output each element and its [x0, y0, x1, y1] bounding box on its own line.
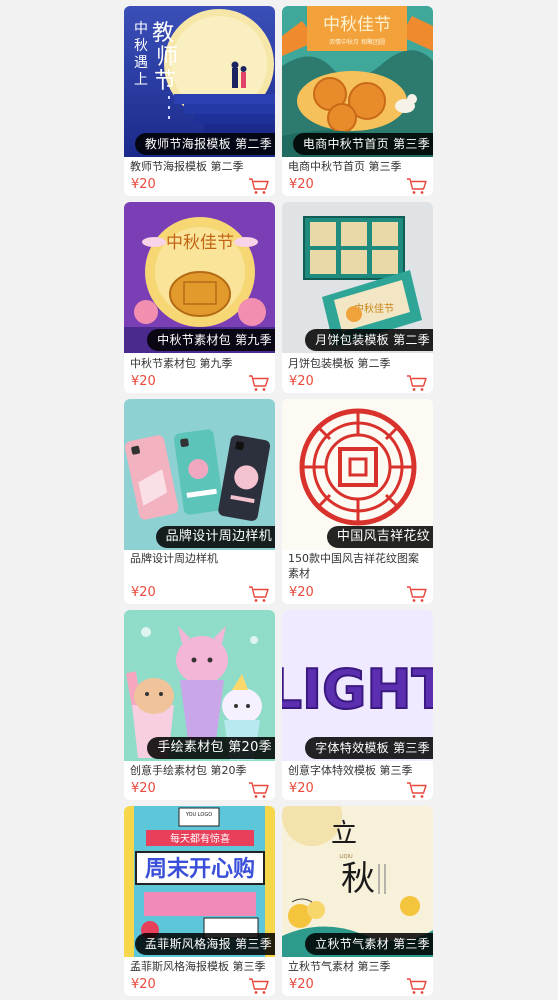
- product-card[interactable]: 中秋佳节 浓情中秋月 相聚团圆 电商中秋节首页 第三季 电商中秋节首页 第三季 …: [282, 6, 433, 196]
- product-price: ¥20: [131, 585, 156, 600]
- product-card[interactable]: 中国风吉祥花纹 150款中国风吉祥花纹图案素材 ¥20: [282, 399, 433, 604]
- shopping-cart-icon[interactable]: [406, 177, 428, 195]
- product-price: ¥20: [289, 177, 314, 192]
- product-thumbnail[interactable]: 中 秋 遇 上 教 师 节 教师节海报模板 第二季: [124, 6, 275, 157]
- product-price: ¥20: [289, 374, 314, 389]
- product-name-ribbon: 品牌设计周边样机: [155, 526, 275, 548]
- art-char: 中: [134, 21, 148, 37]
- product-name-ribbon: 立秋节气素材 第三季: [305, 933, 433, 955]
- product-card[interactable]: LIGHT 字体特效模板 第三季 创意字体特效模板 第三季 ¥20: [282, 610, 433, 800]
- product-card[interactable]: 中 秋 遇 上 教 师 节 教师节海报模板 第二季 教师节海报模板 第二季 ¥2…: [124, 6, 275, 196]
- shopping-cart-icon[interactable]: [248, 977, 270, 995]
- product-thumbnail[interactable]: 立 LIQIU 秋 立秋节气素材 第三季: [282, 806, 433, 957]
- art-headline: 中秋佳节: [323, 15, 391, 35]
- product-title[interactable]: 创意手绘素材包 第20季: [130, 763, 271, 778]
- shopping-cart-icon[interactable]: [406, 585, 428, 603]
- product-title[interactable]: 电商中秋节首页 第三季: [288, 159, 429, 174]
- art-headline: LIGHT: [282, 658, 433, 721]
- product-name-ribbon: 电商中秋节首页 第三季: [292, 133, 433, 155]
- product-title[interactable]: 孟菲斯风格海报模板 第三季: [130, 959, 271, 974]
- product-title[interactable]: 中秋节素材包 第九季: [130, 356, 271, 371]
- shopping-cart-icon[interactable]: [248, 374, 270, 392]
- art-char: 秋: [134, 38, 148, 54]
- product-thumbnail[interactable]: 品牌设计周边样机: [124, 399, 275, 550]
- product-grid: 中 秋 遇 上 教 师 节 教师节海报模板 第二季 教师节海报模板 第二季 ¥2…: [0, 0, 558, 1000]
- shopping-cart-icon[interactable]: [248, 177, 270, 195]
- product-name-ribbon: 孟菲斯风格海报 第三季: [134, 933, 275, 955]
- art-logo: YOU LOGO: [185, 812, 212, 818]
- shopping-cart-icon[interactable]: [248, 781, 270, 799]
- product-name-ribbon: 字体特效模板 第三季: [305, 737, 433, 759]
- product-name-ribbon: 教师节海报模板 第二季: [134, 133, 275, 155]
- product-thumbnail[interactable]: LIGHT 字体特效模板 第三季: [282, 610, 433, 761]
- product-price: ¥20: [289, 585, 314, 600]
- product-price: ¥20: [289, 977, 314, 992]
- product-price: ¥20: [131, 374, 156, 389]
- product-name-ribbon: 手绘素材包 第20季: [147, 737, 275, 759]
- product-title[interactable]: 月饼包装模板 第二季: [288, 356, 429, 371]
- product-thumbnail[interactable]: 中秋佳节 中秋节素材包 第九季: [124, 202, 275, 353]
- shopping-cart-icon[interactable]: [406, 781, 428, 799]
- product-card[interactable]: 立 LIQIU 秋 立秋节气素材 第三季 立秋节气素材 第三季 ¥20: [282, 806, 433, 996]
- art-char: 遇: [134, 55, 148, 71]
- product-name-ribbon: 月饼包装模板 第二季: [305, 329, 433, 351]
- product-thumbnail[interactable]: 中国风吉祥花纹: [282, 399, 433, 550]
- art-char: 教: [152, 21, 174, 46]
- art-char: 上: [134, 72, 148, 88]
- art-headline: 周末开心购: [145, 856, 255, 882]
- art-char: 师: [156, 45, 178, 70]
- art-subline: 每天都有惊喜: [170, 832, 230, 845]
- product-card[interactable]: 中秋佳节 月饼包装模板 第二季 月饼包装模板 第二季 ¥20: [282, 202, 433, 393]
- product-thumbnail[interactable]: 手绘素材包 第20季: [124, 610, 275, 761]
- product-title[interactable]: 品牌设计周边样机: [130, 551, 271, 566]
- product-price: ¥20: [131, 977, 156, 992]
- product-name-ribbon: 中国风吉祥花纹: [326, 526, 433, 548]
- product-card[interactable]: 手绘素材包 第20季 创意手绘素材包 第20季 ¥20: [124, 610, 275, 800]
- art-subline: 浓情中秋月 相聚团圆: [329, 38, 385, 46]
- product-name-ribbon: 中秋节素材包 第九季: [147, 329, 275, 351]
- product-title[interactable]: 创意字体特效模板 第三季: [288, 763, 429, 778]
- product-thumbnail[interactable]: 中秋佳节 月饼包装模板 第二季: [282, 202, 433, 353]
- product-title[interactable]: 150款中国风吉祥花纹图案素材: [288, 551, 429, 581]
- product-price: ¥20: [131, 177, 156, 192]
- product-card[interactable]: 品牌设计周边样机 品牌设计周边样机 ¥20: [124, 399, 275, 604]
- product-title[interactable]: 立秋节气素材 第三季: [288, 959, 429, 974]
- product-thumbnail[interactable]: YOU LOGO 每天都有惊喜 周末开心购 孟菲斯风格海报 第三季: [124, 806, 275, 957]
- product-title[interactable]: 教师节海报模板 第二季: [130, 159, 271, 174]
- product-thumbnail[interactable]: 中秋佳节 浓情中秋月 相聚团圆 电商中秋节首页 第三季: [282, 6, 433, 157]
- art-headline: 中秋佳节: [166, 233, 234, 253]
- shopping-cart-icon[interactable]: [248, 585, 270, 603]
- product-card[interactable]: YOU LOGO 每天都有惊喜 周末开心购 孟菲斯风格海报 第三季 孟菲斯风格海…: [124, 806, 275, 996]
- shopping-cart-icon[interactable]: [406, 374, 428, 392]
- art-char: 节: [154, 69, 176, 94]
- product-price: ¥20: [131, 781, 156, 796]
- product-price: ¥20: [289, 781, 314, 796]
- art-char: 秋: [341, 859, 375, 899]
- shopping-cart-icon[interactable]: [406, 977, 428, 995]
- product-card[interactable]: 中秋佳节 中秋节素材包 第九季 中秋节素材包 第九季 ¥20: [124, 202, 275, 393]
- art-char: 立: [331, 819, 357, 849]
